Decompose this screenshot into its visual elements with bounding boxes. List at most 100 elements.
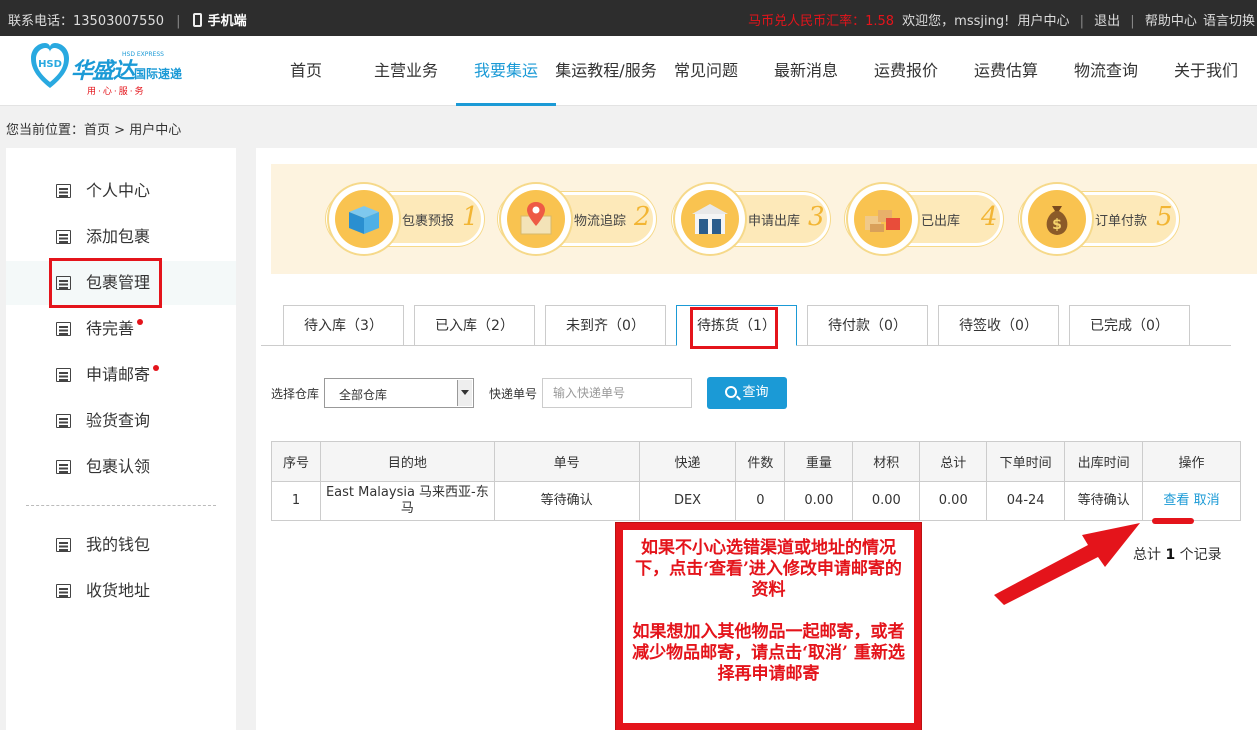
step-label: 订单付款 (1095, 214, 1148, 229)
step-circle (501, 184, 571, 254)
nav-faq[interactable]: 常见问题 (663, 36, 749, 106)
search-icon (725, 386, 738, 398)
logo-brand-name: 华盛达 (71, 59, 135, 84)
query-button[interactable]: 查询 (707, 377, 787, 409)
nav-news[interactable]: 最新消息 (763, 36, 849, 106)
step-shipped: 已出库 4 (845, 184, 1005, 254)
mobile-link[interactable]: 手机端 (208, 14, 247, 29)
sidebar-item-apply-shipping[interactable]: 申请邮寄 (6, 353, 236, 397)
step-circle (848, 184, 918, 254)
mobile-phone-icon (192, 13, 202, 27)
highlight-box (690, 307, 778, 349)
help-center-link[interactable]: 帮助中心 (1145, 14, 1197, 29)
annotation-note: 如果不小心选错渠道或地址的情况下，点击‘查看’进入修改申请邮寄的资料 如果想加入… (616, 523, 921, 730)
nav-pricing[interactable]: 运费报价 (863, 36, 949, 106)
logo-brand-sub: 国际速递 (134, 67, 183, 81)
list-icon (56, 322, 71, 336)
step-circle: $ (1022, 184, 1092, 254)
tab-incomplete[interactable]: 未到齐（0） (545, 305, 666, 345)
sidebar-item-pending-completion[interactable]: 待完善 (6, 307, 236, 351)
cell-order-no: 等待确认 (493, 481, 640, 521)
contact-phone: 联系电话：13503007550 (8, 14, 164, 29)
cancel-link[interactable]: 取消 (1194, 493, 1220, 508)
col-destination: 目的地 (319, 441, 495, 482)
step-number: 5 (1156, 202, 1173, 232)
breadcrumb-separator: > (114, 123, 126, 138)
breadcrumb-current[interactable]: 用户中心 (129, 123, 181, 138)
chevron-down-icon (457, 380, 472, 406)
list-icon (56, 584, 71, 598)
cell-count: 0 (735, 481, 786, 521)
highlight-box (49, 258, 162, 308)
sidebar-item-personal-center[interactable]: 个人中心 (6, 169, 236, 213)
sidebar-item-label: 待完善 (86, 319, 135, 338)
breadcrumb-home[interactable]: 首页 (84, 123, 110, 138)
sidebar-item-claim-package[interactable]: 包裹认领 (6, 445, 236, 489)
language-switch-link[interactable]: 语言切换 (1203, 14, 1255, 29)
annotation-text-view: 如果不小心选错渠道或地址的情况下，点击‘查看’进入修改申请邮寄的资料 (635, 538, 902, 600)
list-icon (56, 230, 71, 244)
cell-volume: 0.00 (852, 481, 921, 521)
cell-destination: East Malaysia 马来西亚-东马 (319, 481, 495, 521)
user-center-link[interactable]: 用户中心 (1017, 14, 1069, 29)
col-count: 件数 (735, 441, 786, 482)
nav-estimate[interactable]: 运费估算 (963, 36, 1049, 106)
sidebar-item-label: 添加包裹 (86, 227, 151, 246)
divider: | (1130, 14, 1135, 29)
tracking-number-input[interactable] (542, 378, 692, 408)
sidebar-divider (26, 505, 216, 506)
warehouse-select[interactable]: 全部仓库 (324, 378, 474, 408)
step-number: 1 (462, 202, 479, 232)
tracking-label: 快递单号 (489, 387, 538, 401)
nav-services[interactable]: 主营业务 (361, 36, 451, 106)
col-index: 序号 (271, 441, 321, 482)
tab-completed[interactable]: 已完成（0） (1069, 305, 1190, 345)
tab-pending-payment[interactable]: 待付款（0） (807, 305, 928, 345)
breadcrumb-prefix: 您当前位置： (6, 123, 85, 138)
nav-home[interactable]: 首页 (273, 36, 339, 106)
view-link[interactable]: 查看 (1163, 493, 1189, 508)
cell-actions: 查看 取消 (1142, 481, 1241, 521)
logo-slogan: 用·心·服·务 (87, 87, 146, 97)
nav-tutorial[interactable]: 集运教程/服务 (555, 36, 657, 106)
list-icon (56, 460, 71, 474)
process-steps: 包裹预报 1 物流追踪 2 申请出库 3 已出库 4 $ 订单付款 5 (271, 164, 1257, 274)
warehouse-select-value: 全部仓库 (339, 388, 388, 402)
notification-dot (137, 319, 143, 325)
sidebar-item-wallet[interactable]: 我的钱包 (6, 523, 236, 567)
tab-pending-inbound[interactable]: 待入库（3） (283, 305, 404, 345)
tab-inbound[interactable]: 已入库（2） (414, 305, 535, 345)
nav-about[interactable]: 关于我们 (1163, 36, 1249, 106)
query-button-label: 查询 (742, 385, 769, 400)
sidebar-item-add-package[interactable]: 添加包裹 (6, 215, 236, 259)
svg-text:HSD: HSD (38, 59, 62, 70)
col-actions: 操作 (1142, 441, 1241, 482)
sidebar-item-shipping-address[interactable]: 收货地址 (6, 569, 236, 613)
tab-pending-receipt[interactable]: 待签收（0） (938, 305, 1059, 345)
nav-consolidation[interactable]: 我要集运 (456, 36, 556, 106)
sidebar-item-inspection-query[interactable]: 验货查询 (6, 399, 236, 443)
step-order-payment: $ 订单付款 5 (1019, 184, 1181, 254)
site-logo[interactable]: HSD HSD EXPRESS 华盛达国际速递 用·心·服·务 (30, 39, 182, 99)
list-icon (56, 368, 71, 382)
sidebar-item-label: 验货查询 (86, 411, 151, 430)
sidebar-item-label: 个人中心 (86, 181, 151, 200)
sidebar-item-label: 包裹认领 (86, 457, 151, 476)
money-bag-icon: $ (1046, 206, 1068, 235)
nav-tracking[interactable]: 物流查询 (1063, 36, 1149, 106)
logout-link[interactable]: 退出 (1094, 14, 1120, 29)
exchange-rate: 马币兑人民币汇率：1.58 (748, 14, 895, 29)
sidebar-item-label: 申请邮寄 (86, 365, 151, 384)
site-header: HSD HSD EXPRESS 华盛达国际速递 用·心·服·务 首页 主营业务 … (0, 36, 1257, 106)
step-number: 3 (808, 202, 825, 232)
orders-table: 序号 目的地 单号 快递 件数 重量 材积 总计 下单时间 出库时间 操作 1 … (271, 441, 1241, 521)
col-volume: 材积 (852, 441, 921, 482)
warehouse-label: 选择仓库 (271, 387, 320, 401)
col-out-time: 出库时间 (1064, 441, 1144, 482)
step-number: 2 (634, 202, 651, 232)
step-circle (329, 184, 399, 254)
col-weight: 重量 (784, 441, 854, 482)
divider: | (176, 14, 181, 29)
col-order-time: 下单时间 (986, 441, 1066, 482)
step-circle (675, 184, 745, 254)
